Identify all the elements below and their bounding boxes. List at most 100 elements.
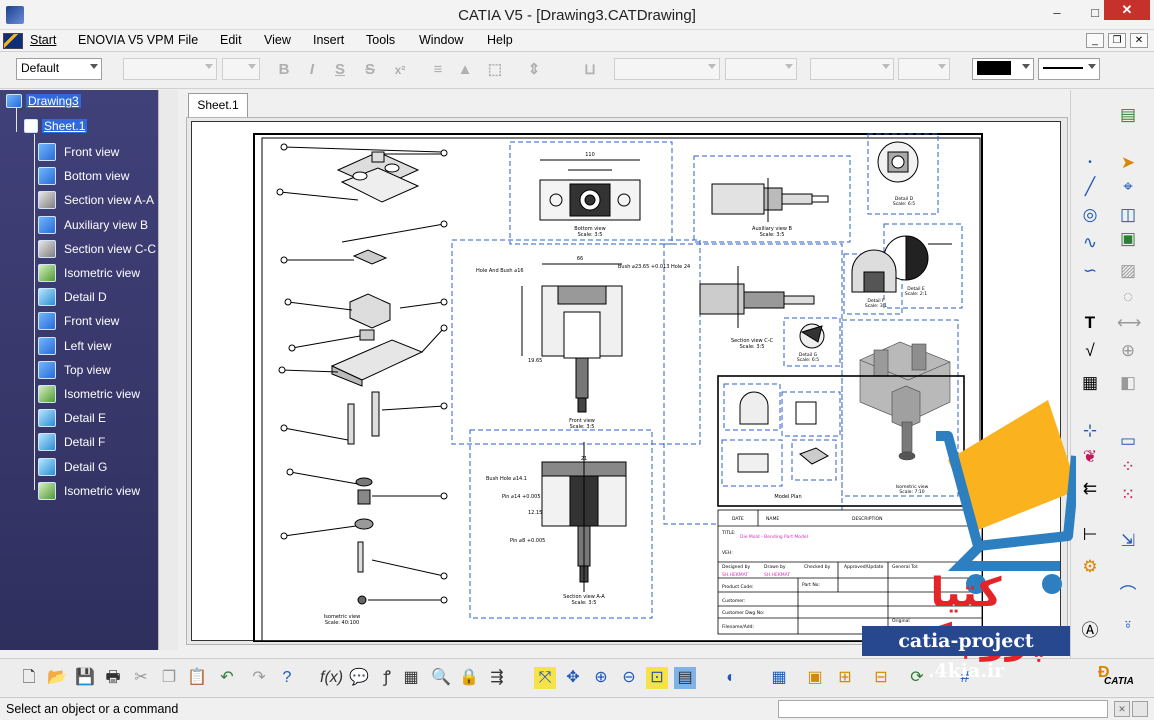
zoom-area-icon[interactable]: ⊡ — [646, 667, 668, 689]
text-icon[interactable]: T — [1079, 312, 1101, 334]
isometric-render-view[interactable] — [859, 341, 951, 461]
update-icon[interactable]: ⟳ — [906, 667, 928, 689]
copy-icon[interactable]: ❐ — [158, 667, 180, 689]
tree-scrollbar[interactable] — [158, 90, 178, 650]
font-select[interactable] — [123, 58, 217, 80]
decimal-select[interactable] — [898, 58, 950, 80]
detail-icon[interactable]: ◌ — [1117, 286, 1139, 308]
pan-icon[interactable]: ✥ — [562, 667, 584, 689]
menu-view[interactable]: View — [264, 33, 291, 47]
generate-dimensions-icon[interactable]: ⊞ — [834, 667, 856, 689]
tree-item[interactable]: Detail D — [38, 287, 107, 307]
tolerance-select[interactable] — [614, 58, 720, 80]
tree-item[interactable]: Detail F — [38, 432, 105, 452]
tree-item[interactable]: Front view — [38, 142, 119, 162]
redo-icon[interactable]: ↷ — [248, 667, 270, 689]
text-anchor-icon[interactable]: ⬚ — [485, 60, 505, 80]
rectangle-icon[interactable]: ▭ — [1117, 430, 1139, 452]
insert-symbol-icon[interactable]: ⇕ — [524, 60, 544, 80]
dress-up-icon[interactable]: ❦ — [1079, 446, 1101, 468]
spline-icon[interactable]: ∿ — [1079, 232, 1101, 254]
lock-icon[interactable]: 🔒 — [458, 667, 480, 689]
line-color-select[interactable] — [972, 58, 1034, 80]
close-button[interactable]: ✕ — [1104, 0, 1150, 20]
font-size-select[interactable] — [222, 58, 260, 80]
balloon-icon[interactable]: ⍤ — [1117, 614, 1139, 636]
numerical-format-select[interactable] — [810, 58, 894, 80]
fit-all-icon[interactable]: ⤧ — [534, 667, 556, 689]
doc-restore-button[interactable]: ❐ — [1108, 33, 1126, 48]
cut-icon[interactable]: ✂ — [130, 667, 152, 689]
tree-item[interactable]: Isometric view — [38, 384, 140, 404]
profile-icon[interactable]: ∽ — [1079, 260, 1101, 282]
tab-sheet-1[interactable]: Sheet.1 — [188, 93, 248, 117]
underline-button[interactable]: S — [330, 60, 350, 80]
select-arrow-icon[interactable]: ➤ — [1117, 152, 1139, 174]
bolt-pattern-icon[interactable]: ⁙ — [1117, 484, 1139, 506]
paste-icon[interactable]: 📋 — [186, 667, 208, 689]
bottom-view[interactable] — [539, 159, 641, 221]
front-view[interactable] — [521, 263, 623, 413]
minimize-button[interactable]: – — [1040, 0, 1074, 26]
zoom-out-icon[interactable]: ⊖ — [618, 667, 640, 689]
drawing-sheet[interactable]: Isometric view Scale: 40:100 110 Bottom … — [191, 121, 1061, 642]
bold-button[interactable]: B — [274, 60, 294, 80]
menu-insert[interactable]: Insert — [313, 33, 344, 47]
tree-item[interactable]: Detail E — [38, 408, 106, 428]
chart-icon[interactable]: ⇶ — [486, 667, 508, 689]
thread-icon[interactable]: ⚙ — [1079, 556, 1101, 578]
menu-start[interactable]: Start — [30, 33, 56, 47]
detail-g-view[interactable] — [799, 323, 825, 349]
tree-item[interactable]: Top view — [38, 360, 111, 380]
execute-command-button[interactable] — [1132, 701, 1148, 717]
menu-edit[interactable]: Edit — [220, 33, 242, 47]
menu-help[interactable]: Help — [487, 33, 513, 47]
frame-text-icon[interactable]: Ⓐ — [1079, 620, 1101, 642]
tree-item[interactable]: Section view A-A — [38, 190, 154, 210]
axis-icon[interactable]: ⊕ — [1117, 340, 1139, 362]
detail-d-view[interactable] — [877, 141, 919, 183]
dimension-tolerance-icon[interactable]: ⊔ — [580, 60, 600, 80]
strikethrough-button[interactable]: S — [360, 60, 380, 80]
start-menu-icon[interactable] — [3, 33, 23, 49]
analysis-icon[interactable]: ▣ — [804, 667, 826, 689]
section-aa-view[interactable] — [541, 442, 627, 592]
drawing-canvas[interactable]: Isometric view Scale: 40:100 110 Bottom … — [186, 117, 1068, 645]
auxiliary-view[interactable] — [711, 178, 829, 222]
precision-select[interactable] — [725, 58, 797, 80]
text-frame-icon[interactable]: ▲ — [455, 60, 475, 80]
tree-item[interactable]: Left view — [38, 336, 111, 356]
tree-item[interactable]: Isometric view — [38, 481, 140, 501]
undo-icon[interactable]: ↶ — [216, 667, 238, 689]
exploded-isometric-view[interactable] — [276, 143, 448, 605]
italic-button[interactable]: I — [302, 60, 322, 80]
new-document-icon[interactable]: 🗋 — [18, 667, 40, 689]
pattern-icon[interactable]: ⁘ — [1117, 456, 1139, 478]
datum-icon[interactable]: ⇲ — [1117, 530, 1139, 552]
tree-item[interactable]: Isometric view — [38, 263, 140, 283]
arrow-icon[interactable]: ⇇ — [1079, 478, 1101, 500]
line-type-select[interactable] — [1038, 58, 1100, 80]
menu-enovia[interactable]: ENOVIA V5 VPM — [78, 33, 174, 47]
area-fill-icon[interactable]: ◧ — [1117, 372, 1139, 394]
roughness-symbol-icon[interactable]: √ — [1079, 340, 1101, 362]
corner-icon[interactable]: ⌒ — [1117, 584, 1139, 606]
line-icon[interactable]: ╱ — [1079, 176, 1101, 198]
whats-this-icon[interactable]: ? — [276, 667, 298, 689]
table-icon[interactable]: ▦ — [1079, 372, 1101, 394]
position-view-icon[interactable]: ⊟ — [870, 667, 892, 689]
menu-file[interactable]: File — [178, 33, 198, 47]
dimension-icon[interactable]: ⟷ — [1117, 312, 1141, 334]
formula-icon[interactable]: f(x) — [320, 667, 343, 689]
section-cc-view[interactable] — [699, 266, 815, 328]
detail-f-view[interactable] — [851, 249, 897, 293]
save-icon[interactable]: 💾 — [74, 667, 96, 689]
section-icon[interactable]: ▨ — [1117, 260, 1139, 282]
model-plan-views[interactable] — [737, 391, 829, 473]
swap-visible-space-icon[interactable]: ◐ — [720, 667, 742, 689]
tree-item[interactable]: Detail G — [38, 457, 107, 477]
knowledge-icon[interactable]: ꝭ — [376, 667, 398, 689]
doc-minimize-button[interactable]: _ — [1086, 33, 1104, 48]
sheet-manager-icon[interactable]: ▤ — [1117, 104, 1139, 126]
tree-item[interactable]: Front view — [38, 311, 119, 331]
